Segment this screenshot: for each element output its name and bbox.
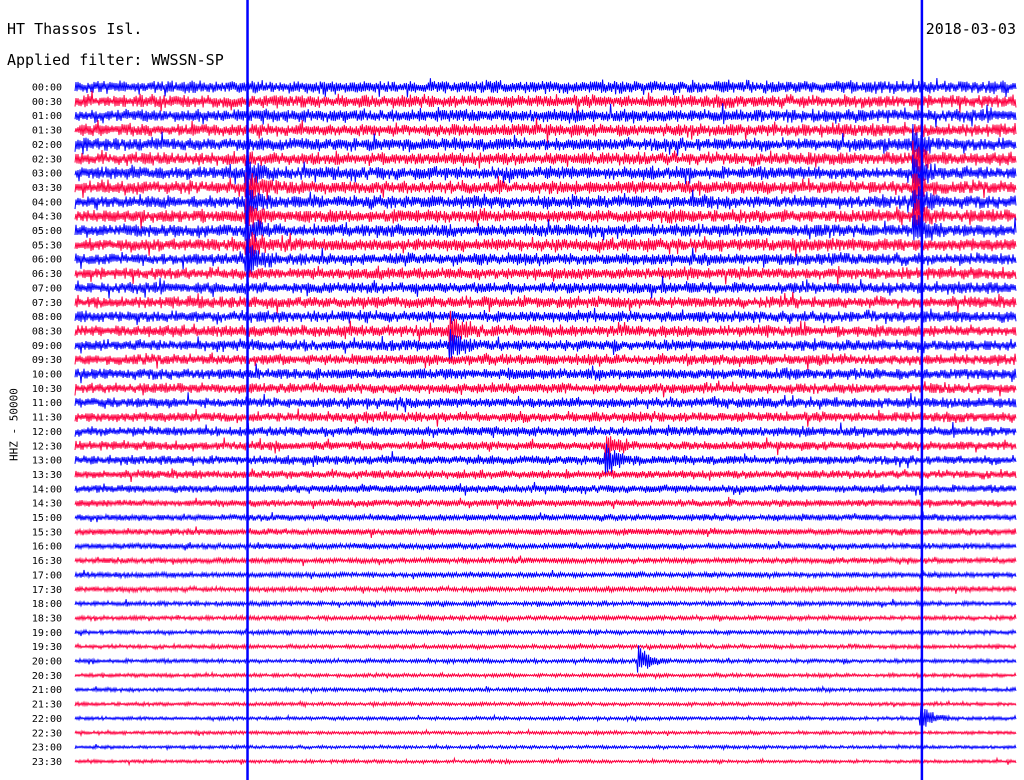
- time-tick-label: 16:00: [32, 542, 62, 553]
- time-tick-label: 13:30: [32, 470, 62, 481]
- seismic-trace-10:00: [74, 363, 1017, 384]
- time-tick-label: 15:00: [32, 513, 62, 524]
- time-tick-label: 14:00: [32, 484, 62, 495]
- time-tick-label: 13:00: [32, 456, 62, 467]
- seismic-trace-14:30: [74, 496, 1017, 510]
- seismic-trace-18:30: [74, 613, 1017, 623]
- seismic-trace-21:00: [74, 684, 1017, 695]
- seismic-trace-14:00: [74, 481, 1017, 496]
- time-tick-label: 18:00: [32, 599, 62, 610]
- time-tick-label: 11:30: [32, 413, 62, 424]
- seismic-trace-23:30: [74, 756, 1017, 767]
- time-tick-label: 09:30: [32, 355, 62, 366]
- seismic-trace-18:00: [74, 598, 1017, 608]
- seismic-trace-13:30: [74, 468, 1017, 482]
- time-tick-label: 22:00: [32, 714, 62, 725]
- seismic-trace-07:30: [74, 291, 1017, 314]
- time-tick-label: 09:00: [32, 341, 62, 352]
- seismic-trace-22:30: [74, 728, 1017, 738]
- time-tick-label: 05:30: [32, 240, 62, 251]
- filter-label: Applied filter: WWSSN-SP: [7, 51, 224, 69]
- time-tick-label: 03:00: [32, 169, 62, 180]
- time-tick-label: 05:00: [32, 226, 62, 237]
- time-tick-label: 01:30: [32, 126, 62, 137]
- seismic-trace-08:00: [74, 307, 1017, 325]
- helicorder-plot: 00:00 00:30 01:00 01:30 02:00 02:30 03:00 03:30…: [32, 0, 1017, 780]
- time-tick-label: 21:00: [32, 685, 62, 696]
- seismic-trace-10:30: [74, 380, 1017, 398]
- seismic-trace-07:00: [74, 275, 1017, 299]
- time-tick-label: 04:00: [32, 197, 62, 208]
- time-tick-label: 17:00: [32, 570, 62, 581]
- seismic-trace-16:00: [74, 541, 1017, 551]
- seismic-trace-20:30: [74, 670, 1017, 681]
- time-tick-label: 08:30: [32, 326, 62, 337]
- time-tick-label: 15:30: [32, 527, 62, 538]
- time-tick-label: 02:30: [32, 154, 62, 165]
- time-tick-label: 19:00: [32, 628, 62, 639]
- time-tick-label: 23:00: [32, 743, 62, 754]
- time-tick-label: 22:30: [32, 728, 62, 739]
- time-tick-label: 06:00: [32, 255, 62, 266]
- seismic-trace-11:00: [74, 392, 1017, 413]
- seismic-trace-22:00: [74, 705, 1017, 733]
- time-tick-label: 20:30: [32, 671, 62, 682]
- seismic-trace-12:00: [74, 421, 1017, 439]
- time-tick-label: 16:30: [32, 556, 62, 567]
- seismic-trace-23:00: [74, 743, 1017, 752]
- seismic-trace-19:00: [74, 627, 1017, 637]
- seismic-trace-11:30: [74, 408, 1017, 427]
- time-tick-label: 06:30: [32, 269, 62, 280]
- seismic-trace-01:00: [74, 103, 1017, 128]
- time-tick-label: 21:30: [32, 700, 62, 711]
- time-tick-label: 23:30: [32, 757, 62, 768]
- seismic-trace-09:30: [74, 352, 1017, 371]
- time-tick-label: 08:00: [32, 312, 62, 323]
- time-tick-label: 20:00: [32, 657, 62, 668]
- time-tick-label: 07:30: [32, 298, 62, 309]
- time-tick-label: 18:30: [32, 613, 62, 624]
- time-tick-label: 04:30: [32, 212, 62, 223]
- time-tick-label: 12:30: [32, 441, 62, 452]
- seismic-trace-15:00: [74, 511, 1017, 523]
- seismic-trace-17:30: [74, 584, 1017, 594]
- time-tick-label: 12:00: [32, 427, 62, 438]
- time-tick-label: 00:00: [32, 83, 62, 94]
- seismic-trace-15:30: [74, 526, 1017, 539]
- seismic-trace-00:00: [74, 78, 1017, 98]
- time-tick-label: 03:30: [32, 183, 62, 194]
- time-tick-label: 02:00: [32, 140, 62, 151]
- time-tick-label: 19:30: [32, 642, 62, 653]
- time-tick-label: 00:30: [32, 97, 62, 108]
- seismic-trace-06:30: [74, 265, 1017, 285]
- time-tick-label: 17:30: [32, 585, 62, 596]
- time-tick-label: 10:00: [32, 370, 62, 381]
- seismic-trace-16:30: [74, 555, 1017, 567]
- time-tick-label: 07:00: [32, 283, 62, 294]
- seismic-trace-17:00: [74, 569, 1017, 580]
- seismic-trace-21:30: [74, 699, 1017, 709]
- time-tick-label: 11:00: [32, 398, 62, 409]
- seismic-trace-01:30: [74, 118, 1017, 144]
- time-tick-label: 10:30: [32, 384, 62, 395]
- time-tick-label: 01:00: [32, 111, 62, 122]
- seismic-trace-00:30: [74, 90, 1017, 114]
- time-tick-label: 14:30: [32, 499, 62, 510]
- seismic-trace-19:30: [74, 641, 1017, 651]
